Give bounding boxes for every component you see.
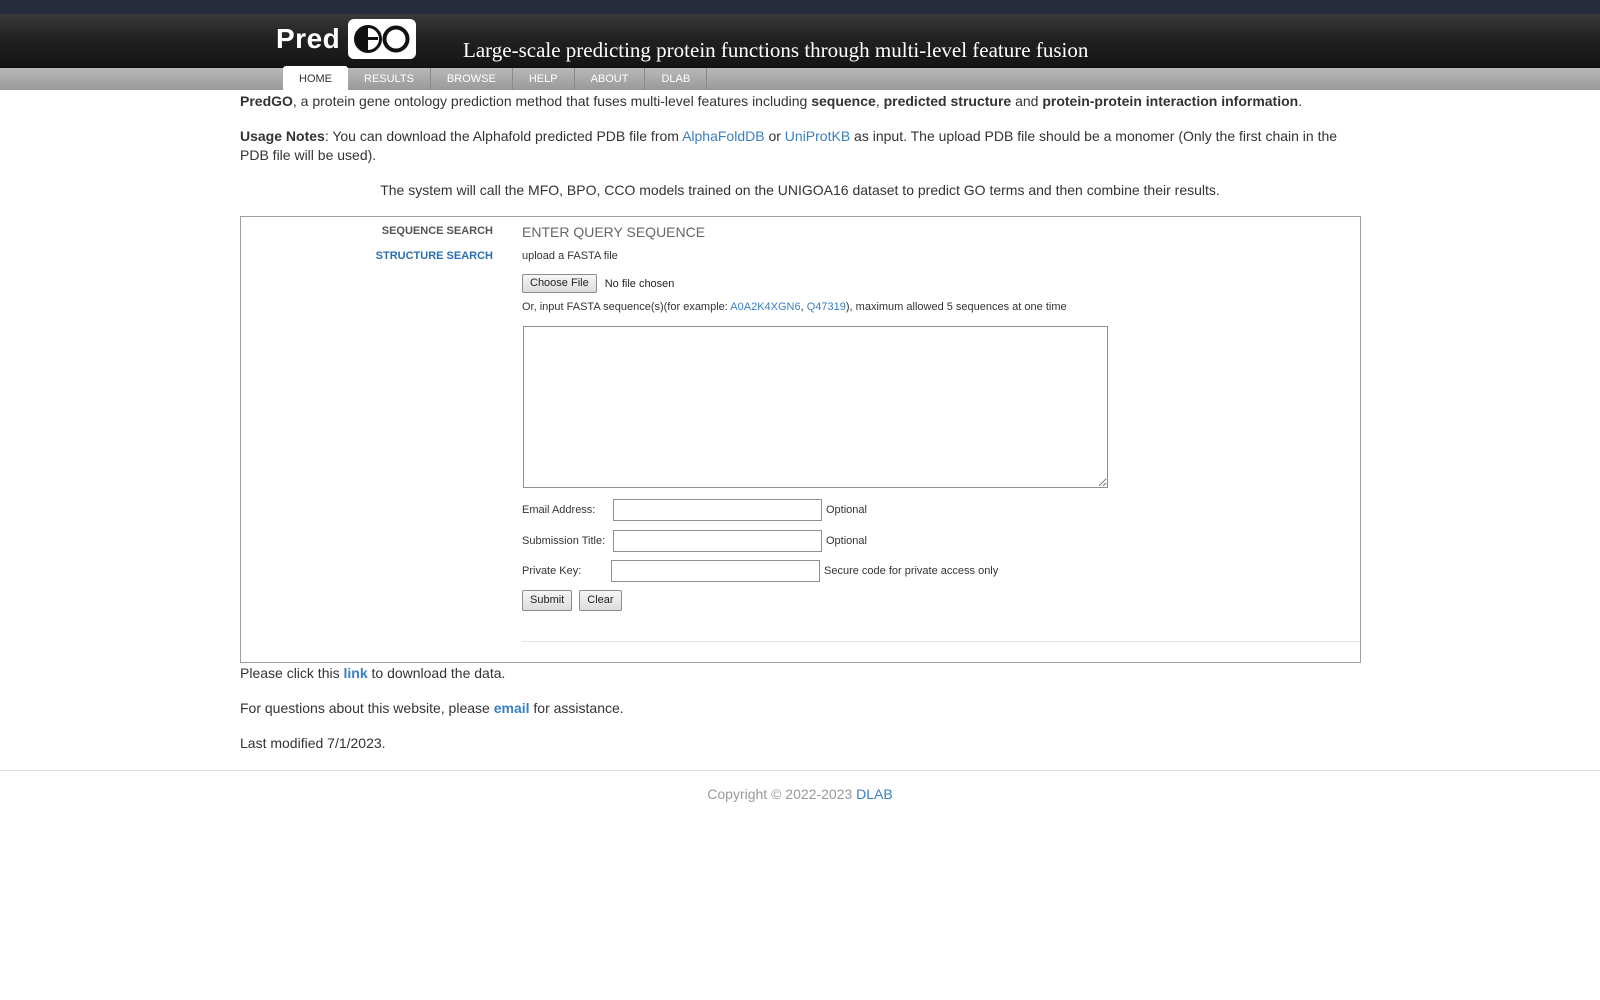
upload-label: upload a FASTA file bbox=[522, 250, 618, 262]
panel-title: ENTER QUERY SEQUENCE bbox=[522, 224, 706, 240]
logo-go-icon bbox=[354, 25, 410, 53]
logo-go-box bbox=[348, 19, 417, 59]
contact-note: For questions about this website, please… bbox=[240, 700, 624, 716]
private-key-label: Private Key: bbox=[522, 565, 582, 577]
submission-title-field[interactable] bbox=[613, 530, 822, 552]
uniprotkb-link[interactable]: UniProtKB bbox=[785, 128, 850, 144]
search-box: SEQUENCE SEARCH STRUCTURE SEARCH ENTER Q… bbox=[240, 216, 1361, 663]
intro-end: . bbox=[1298, 93, 1303, 109]
email-row: Email Address: Optional bbox=[522, 499, 867, 521]
private-key-field[interactable] bbox=[611, 560, 820, 582]
usage-or: or bbox=[764, 128, 785, 144]
download-prefix: Please click this bbox=[240, 665, 344, 681]
top-strip bbox=[0, 0, 1600, 14]
intro-sep1: , bbox=[875, 93, 884, 109]
key-hint: Secure code for private access only bbox=[824, 565, 999, 577]
nav-browse[interactable]: BROWSE bbox=[431, 68, 513, 90]
email-label: Email Address: bbox=[522, 504, 596, 516]
title-hint: Optional bbox=[826, 535, 867, 547]
site-header: Pred Large-scale predicting protein func… bbox=[0, 14, 1600, 66]
intro-text: , a protein gene ontology prediction met… bbox=[292, 93, 812, 109]
alphafolddb-link[interactable]: AlphaFoldDB bbox=[682, 128, 765, 144]
nav-dlab[interactable]: DLAB bbox=[645, 68, 708, 90]
intro-sep2: and bbox=[1011, 93, 1043, 109]
nav-home[interactable]: HOME bbox=[283, 66, 348, 90]
nav-about[interactable]: ABOUT bbox=[575, 68, 646, 90]
sequence-textarea[interactable] bbox=[523, 326, 1108, 488]
copyright: Copyright © 2022-2023 DLAB bbox=[0, 786, 1600, 802]
usage-notes: Usage Notes: You can download the Alphaf… bbox=[240, 127, 1350, 165]
system-note: The system will call the MFO, BPO, CCO m… bbox=[380, 182, 1220, 198]
email-link[interactable]: email bbox=[494, 700, 530, 716]
intro-keyword-ppi: protein-protein interaction information bbox=[1042, 93, 1299, 109]
site-title: Large-scale predicting protein functions… bbox=[463, 38, 1089, 62]
submit-button[interactable]: Submit bbox=[522, 590, 573, 611]
submission-title-label: Submission Title: bbox=[522, 535, 606, 547]
file-upload-row: Choose File No file chosen bbox=[522, 274, 674, 293]
panel-divider bbox=[522, 641, 1360, 642]
email-field[interactable] bbox=[613, 499, 822, 521]
usage-text1: : You can download the Alphafold predict… bbox=[324, 128, 683, 144]
dlab-footer-link[interactable]: DLAB bbox=[856, 786, 893, 802]
choose-file-button[interactable]: Choose File bbox=[522, 274, 597, 293]
footer-divider bbox=[0, 770, 1600, 771]
main-nav: HOME RESULTS BROWSE HELP ABOUT DLAB bbox=[283, 66, 708, 90]
contact-prefix: For questions about this website, please bbox=[240, 700, 494, 716]
download-link[interactable]: link bbox=[343, 665, 367, 681]
example-prefix: Or, input FASTA sequence(s)(for example: bbox=[522, 301, 731, 313]
nav-results[interactable]: RESULTS bbox=[348, 68, 431, 90]
title-row: Submission Title: Optional bbox=[522, 530, 867, 552]
download-note: Please click this link to download the d… bbox=[240, 665, 505, 681]
contact-suffix: for assistance. bbox=[529, 700, 624, 716]
main-nav-bar: HOME RESULTS BROWSE HELP ABOUT DLAB bbox=[0, 66, 1600, 90]
intro-keyword-structure: predicted structure bbox=[883, 93, 1012, 109]
email-hint: Optional bbox=[826, 504, 867, 516]
example-link-2[interactable]: Q47319 bbox=[807, 301, 846, 313]
intro-keyword-sequence: sequence bbox=[811, 93, 876, 109]
logo-pred-text: Pred bbox=[276, 23, 341, 54]
example-link-1[interactable]: A0A2K4XGN6 bbox=[730, 301, 800, 313]
intro-paragraph: PredGO, a protein gene ontology predicti… bbox=[240, 92, 1360, 111]
example-line: Or, input FASTA sequence(s)(for example:… bbox=[522, 301, 1067, 313]
example-suffix: ), maximum allowed 5 sequences at one ti… bbox=[845, 301, 1067, 313]
key-row: Private Key: Secure code for private acc… bbox=[522, 560, 998, 582]
clear-button[interactable]: Clear bbox=[579, 590, 622, 611]
example-sep: , bbox=[800, 301, 804, 313]
structure-search-tab[interactable]: STRUCTURE SEARCH bbox=[376, 250, 493, 262]
nav-help[interactable]: HELP bbox=[513, 68, 575, 90]
usage-label: Usage Notes bbox=[240, 128, 325, 144]
copyright-text: Copyright © 2022-2023 bbox=[707, 786, 857, 802]
download-suffix: to download the data. bbox=[367, 665, 506, 681]
sequence-search-tab[interactable]: SEQUENCE SEARCH bbox=[382, 225, 493, 237]
intro-name: PredGO bbox=[240, 93, 293, 109]
predgo-logo[interactable]: Pred bbox=[276, 19, 417, 59]
last-modified: Last modified 7/1/2023. bbox=[240, 735, 386, 751]
form-actions: Submit Clear bbox=[522, 590, 629, 611]
file-status: No file chosen bbox=[604, 277, 675, 290]
